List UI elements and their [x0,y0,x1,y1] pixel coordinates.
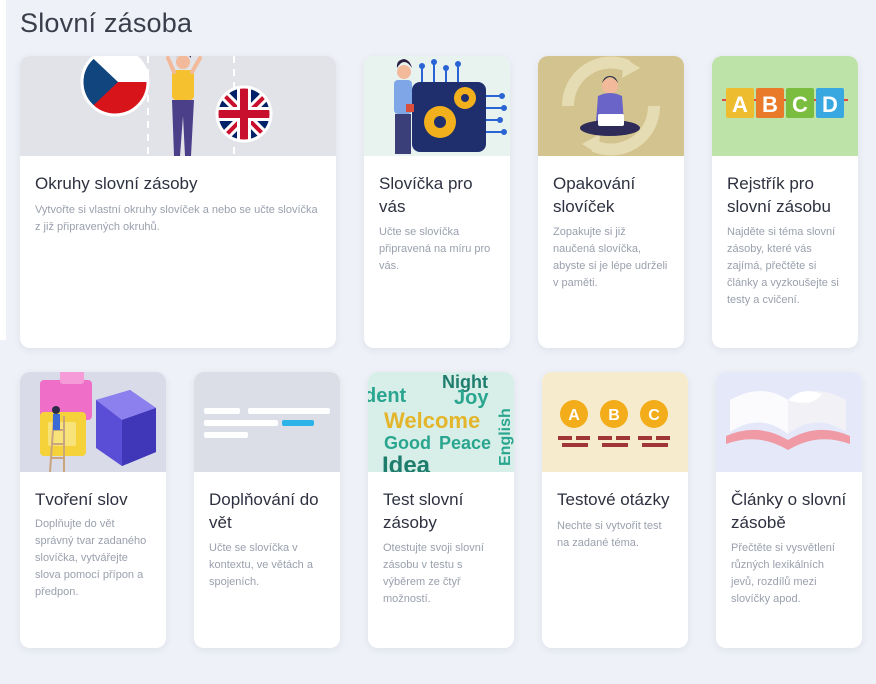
card-title: Okruhy slovní zásoby [35,174,198,193]
left-panel-edge [0,0,6,340]
block-letter: D [822,92,838,117]
card-title: Doplňování do vět [209,490,319,532]
card-slovicka-pro-vas[interactable]: Slovíčka pro vás Učte se slovíčka připra… [364,56,510,348]
card-title: Slovíčka pro vás [379,174,473,216]
card-title: Rejstřík pro slovní zásobu [727,174,831,216]
card-description: Otestujte svoji slovní zásobu v testu s … [383,542,484,605]
card-tvoreni-slov[interactable]: Tvoření slov Doplňujte do vět správný tv… [20,372,166,648]
card-description: Zopakujte si již naučená slovíčka, abyst… [553,226,668,289]
word-cloud-word: Good [384,433,431,453]
puzzle-blocks-illustration [20,372,166,472]
card-doplnovani-do-vet[interactable]: Doplňování do vět Učte se slovíčka v kon… [194,372,340,648]
card-opakovani-slovicek[interactable]: Opakování slovíček Zopakujte si již nauč… [538,56,684,348]
card-title: Test slovní zásoby [383,490,464,532]
card-title: Články o slovní zásobě [731,490,847,532]
abc-answers-illustration: A B C [542,372,688,472]
word-cloud-word: Idea [382,452,431,472]
open-book-illustration [716,372,862,472]
card-title: Opakování slovíček [553,174,636,216]
card-test-slovni-zasoby[interactable]: dent Night Joy Welcome Good Peace Idea E… [368,372,514,648]
card-okruhy-slovni-zasoby[interactable]: Okruhy slovní zásoby Vytvořte si vlastní… [20,56,336,348]
word-cloud-word: Joy [454,387,489,409]
card-description: Nechte si vytvořit test na zadané téma. [557,520,662,549]
person-with-gears-illustration [364,56,510,156]
word-cloud-illustration: dent Night Joy Welcome Good Peace Idea E… [368,372,514,472]
text-lines-illustration [194,372,340,472]
block-letter: C [792,92,808,117]
card-clanky-o-slovni-zasobe[interactable]: Články o slovní zásobě Přečtěte si vysvě… [716,372,862,648]
card-testove-otazky[interactable]: A B C Testové otázky Nechte si vytvořit … [542,372,688,648]
answer-letter: C [648,407,660,424]
czech-english-flags-illustration [20,56,336,156]
card-description: Najděte si téma slovní zásoby, které vás… [727,226,839,306]
card-title: Testové otázky [557,490,670,509]
block-letter: A [732,92,748,117]
card-description: Vytvořte si vlastní okruhy slovíček a ne… [35,204,318,233]
card-rejstrik-pro-slovni-zasobu[interactable]: A B C D Rejstřík pro slovní zásobu Najdě… [712,56,858,348]
card-description: Přečtěte si vysvětlení různých lexikální… [731,542,835,605]
word-cloud-word: dent [368,385,407,407]
page-title: Slovní zásoba [20,8,193,38]
card-description: Doplňujte do vět správný tvar zadaného s… [35,518,147,598]
word-cloud-word: English [497,408,514,466]
word-cloud-word: Peace [439,433,491,453]
abcd-blocks-illustration: A B C D [712,56,858,156]
answer-letter: A [568,407,580,424]
answer-letter: B [608,407,620,424]
word-cloud-word: Welcome [384,408,480,433]
card-title: Tvoření slov [35,490,128,509]
person-with-laptop-illustration [538,56,684,156]
block-letter: B [762,92,778,117]
card-description: Učte se slovíčka v kontextu, ve větách a… [209,542,313,588]
card-description: Učte se slovíčka připravená na míru pro … [379,226,491,272]
